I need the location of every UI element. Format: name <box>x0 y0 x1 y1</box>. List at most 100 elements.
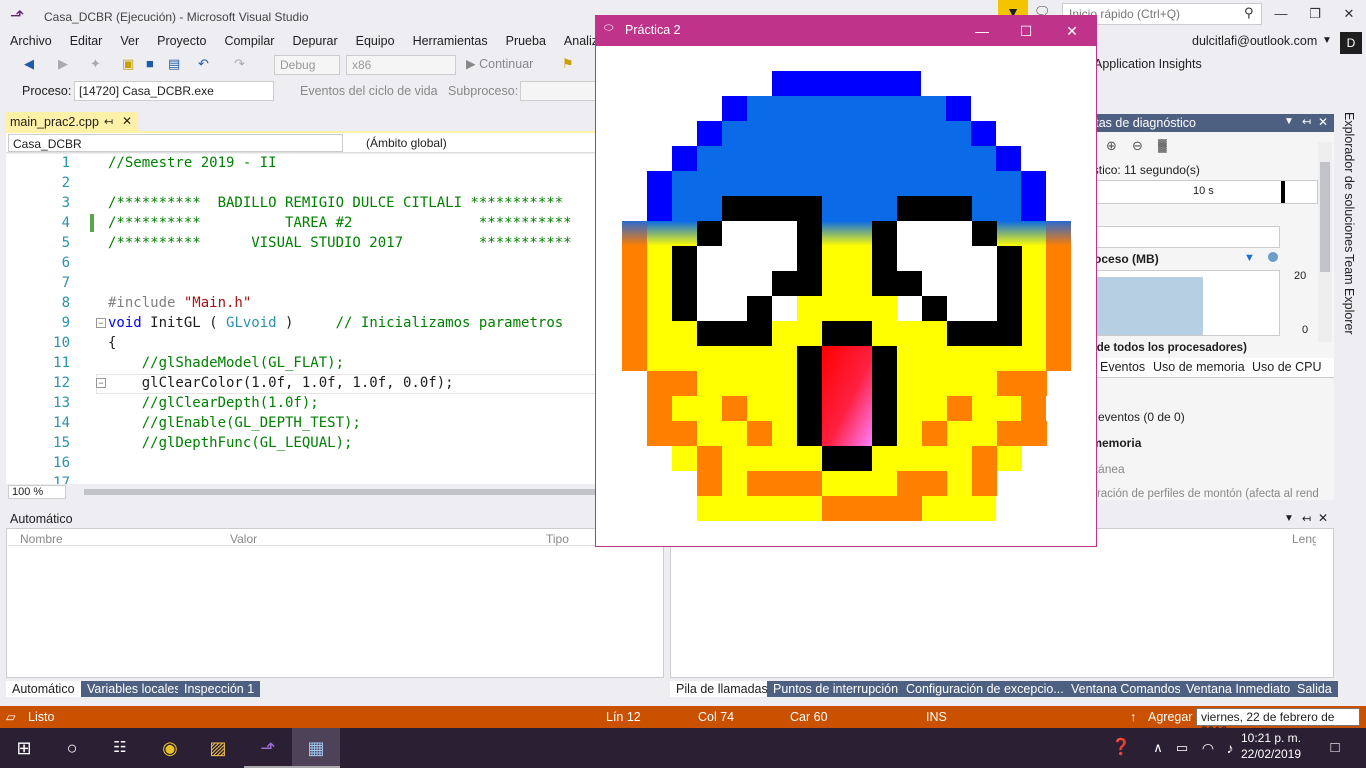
menu-archivo[interactable]: Archivo <box>0 32 61 50</box>
heap-profile-option[interactable]: Habilitar generación de perfiles de mont… <box>1096 488 1318 500</box>
menu-ver[interactable]: Ver <box>111 32 148 50</box>
taskbar-clock[interactable]: 10:21 p. m. 22/02/2019 <box>1236 730 1306 762</box>
open-folder-icon[interactable]: ▣ <box>122 56 134 72</box>
process-combo[interactable]: [14720] Casa_DCBR.exe <box>74 81 274 101</box>
file-explorer-icon[interactable]: ▨ <box>194 728 242 768</box>
opengl-app-taskbar-icon[interactable]: ▦ <box>292 728 340 768</box>
menu-prueba[interactable]: Prueba <box>497 32 555 50</box>
application-insights-button[interactable]: Application Insights <box>1094 57 1202 71</box>
app-window-icon: ⬭ <box>604 22 614 34</box>
save-all-icon[interactable]: ▤ <box>168 56 180 72</box>
gl-minimize-button[interactable]: — <box>960 18 1004 44</box>
column-language[interactable]: Leng <box>1292 532 1316 546</box>
tab-uso-memoria[interactable]: Uso de memoria <box>1153 360 1245 374</box>
forward-icon[interactable]: ▶ <box>58 56 68 72</box>
scope-combo[interactable]: (Ámbito global) <box>348 134 596 152</box>
new-project-icon[interactable]: ✦ <box>90 56 101 72</box>
zoom-out-icon[interactable]: ⊖ <box>1132 138 1143 154</box>
tab-pila-llamadas[interactable]: Pila de llamadas <box>670 681 774 697</box>
status-ready: Listo <box>28 710 55 724</box>
menu-compilar[interactable]: Compilar <box>215 32 283 50</box>
menu-proyecto[interactable]: Proyecto <box>148 32 215 50</box>
action-center-icon[interactable]: □ <box>1320 728 1350 768</box>
pin-icon[interactable]: ↤ <box>104 115 113 128</box>
close-button[interactable]: ✕ <box>1332 2 1366 26</box>
tab-eventos[interactable]: Eventos <box>1100 360 1145 374</box>
close-icon[interactable]: ✕ <box>1318 511 1328 525</box>
find-icon[interactable]: ⚑ <box>562 56 574 72</box>
gl-maximize-button[interactable]: ☐ <box>1004 18 1048 44</box>
show-events-link[interactable]: Mostrar eventos (0 de 0) <box>1096 410 1318 424</box>
redo-icon[interactable]: ↷ <box>234 56 245 72</box>
tab-ventana-inmediato[interactable]: Ventana Inmediato <box>1180 681 1297 697</box>
freckle <box>797 471 822 496</box>
team-explorer-tab[interactable]: Team Explorer <box>1342 254 1356 335</box>
chart-icon[interactable]: ▓ <box>1158 138 1167 152</box>
chevron-down-icon[interactable]: ▼ <box>1284 116 1294 127</box>
battery-icon[interactable]: ▭ <box>1170 728 1194 768</box>
wifi-icon[interactable]: ◠ <box>1196 728 1220 768</box>
pin-icon[interactable]: ↤ <box>1302 115 1311 128</box>
back-icon[interactable]: ◀ <box>24 56 34 72</box>
column-name[interactable]: Nombre <box>20 532 63 546</box>
add-to-source-control[interactable]: Agregar <box>1148 710 1194 724</box>
restore-button[interactable]: ❐ <box>1298 2 1332 26</box>
line-number: 3 <box>61 195 70 211</box>
zoom-in-icon[interactable]: ⊕ <box>1106 138 1117 154</box>
start-icon[interactable]: ⊞ <box>0 728 48 768</box>
platform-combo[interactable]: x86 <box>346 55 456 75</box>
minimize-button[interactable]: — <box>1264 2 1298 26</box>
snapshot-button[interactable]: Tomar instantánea <box>1096 462 1318 476</box>
timeline-ruler[interactable]: 10 s <box>1096 180 1318 204</box>
column-type[interactable]: Tipo <box>546 532 569 546</box>
undo-icon[interactable]: ↶ <box>198 56 209 72</box>
visual-studio-taskbar-icon[interactable]: ⬏ <box>244 728 292 768</box>
publish-arrow-icon[interactable]: ↑ <box>1130 710 1136 724</box>
solution-explorer-tab[interactable]: Explorador de soluciones <box>1342 112 1356 252</box>
menu-editar[interactable]: Editar <box>61 32 112 50</box>
tab-salida[interactable]: Salida <box>1291 681 1338 697</box>
tab-automatico[interactable]: Automático <box>6 681 81 697</box>
close-icon[interactable]: ✕ <box>1318 115 1328 129</box>
collapse-icon[interactable]: − <box>96 378 106 388</box>
tab-main-prac2[interactable]: main_prac2.cpp ↤ ✕ <box>6 112 138 132</box>
cortana-icon[interactable]: ○ <box>48 728 96 768</box>
close-tab-icon[interactable]: ✕ <box>122 114 132 128</box>
chrome-icon[interactable]: ◉ <box>146 728 194 768</box>
tab-configuracion-excepciones[interactable]: Configuración de excepcio... <box>900 681 1070 697</box>
scroll-thumb[interactable] <box>1320 162 1330 272</box>
menu-equipo[interactable]: Equipo <box>347 32 404 50</box>
menu-herramientas[interactable]: Herramientas <box>404 32 497 50</box>
user-account[interactable]: dulcitlafi@outlook.com <box>1192 34 1317 48</box>
horizontal-scrollbar[interactable] <box>84 489 596 495</box>
chevron-down-icon[interactable]: ▼ <box>1284 513 1294 524</box>
avatar[interactable]: D <box>1340 32 1362 54</box>
vertical-scrollbar[interactable] <box>1318 142 1332 342</box>
continue-button[interactable]: ▶ Continuar <box>466 56 533 71</box>
task-view-icon[interactable]: ☷ <box>96 728 144 768</box>
memory-chart[interactable] <box>1096 270 1280 336</box>
tab-puntos-interrupcion[interactable]: Puntos de interrupción <box>767 681 905 697</box>
lifecycle-events-button[interactable]: Eventos del ciclo de vida <box>300 84 438 98</box>
timeline-cursor[interactable] <box>1281 181 1285 203</box>
column-value[interactable]: Valor <box>230 532 257 546</box>
config-combo[interactable]: Debug <box>274 55 340 75</box>
zoom-combo[interactable]: 100 % <box>8 485 66 499</box>
collapse-icon[interactable]: − <box>96 318 106 328</box>
tab-variables-locales[interactable]: Variables locales <box>81 681 187 697</box>
chevron-up-icon[interactable]: ∧ <box>1148 728 1168 768</box>
menu-depurar[interactable]: Depurar <box>283 32 346 50</box>
project-combo[interactable]: Casa_DCBR <box>8 134 343 152</box>
help-icon[interactable]: ❓ <box>1108 728 1134 768</box>
tab-uso-cpu[interactable]: Uso de CPU <box>1252 360 1321 374</box>
opengl-canvas[interactable] <box>596 46 1096 546</box>
chevron-down-icon[interactable]: ▼ <box>1322 35 1332 46</box>
gl-close-button[interactable]: ✕ <box>1050 18 1094 44</box>
save-icon[interactable]: ■ <box>146 56 154 71</box>
gc-marker-icon <box>1268 252 1278 262</box>
search-icon[interactable]: ⚲ <box>1244 5 1254 21</box>
tab-ventana-comandos[interactable]: Ventana Comandos <box>1065 681 1187 697</box>
pin-icon[interactable]: ↤ <box>1302 512 1311 525</box>
tab-inspeccion[interactable]: Inspección 1 <box>178 681 261 697</box>
subprocess-combo[interactable] <box>520 81 598 101</box>
